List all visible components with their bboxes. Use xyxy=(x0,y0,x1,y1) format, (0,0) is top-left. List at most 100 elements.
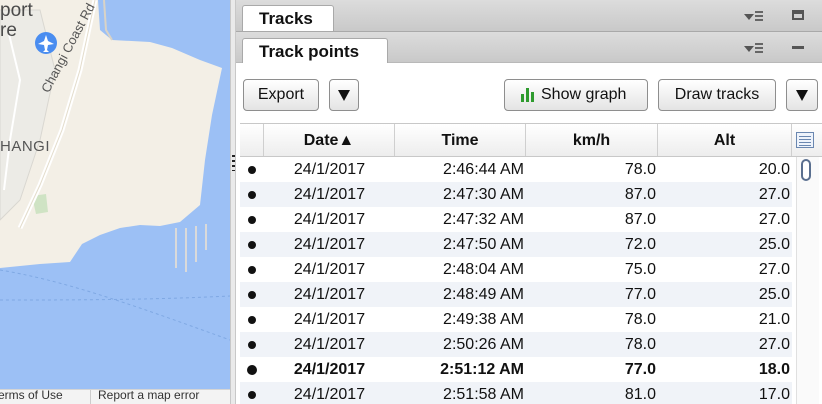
cell-date: 24/1/2017 xyxy=(293,361,366,378)
tracks-menu-icon[interactable] xyxy=(744,10,768,24)
cell-time: 2:47:32 AM xyxy=(443,211,524,228)
more-options-dropdown[interactable] xyxy=(786,79,818,111)
row-marker xyxy=(240,182,264,207)
cell-altitude: 25.0 xyxy=(758,286,790,303)
table-row[interactable]: 24/1/2017 2:48:49 AM 77.0 25.0 xyxy=(240,282,792,307)
export-dropdown-button[interactable] xyxy=(329,79,359,111)
cell-time: 2:51:58 AM xyxy=(443,386,524,403)
cell-date: 24/1/2017 xyxy=(293,261,366,278)
column-header-speed[interactable]: km/h xyxy=(526,124,658,156)
cell-time: 2:48:49 AM xyxy=(443,286,524,303)
row-marker xyxy=(240,282,264,307)
map-pier xyxy=(175,224,207,272)
cell-time: 2:46:44 AM xyxy=(443,161,524,178)
column-header-time[interactable]: Time xyxy=(395,124,526,156)
map-road-minor xyxy=(103,0,113,41)
track-points-tabbar: Track points xyxy=(236,32,822,63)
cell-date: 24/1/2017 xyxy=(293,336,366,353)
cell-speed: 77.0 xyxy=(624,286,656,303)
cell-date: 24/1/2017 xyxy=(293,211,366,228)
map-terms-link[interactable]: Terms of Use xyxy=(0,390,63,402)
bullet-icon xyxy=(248,216,256,224)
bullet-icon xyxy=(248,266,256,274)
table-row[interactable]: 24/1/2017 2:46:44 AM 78.0 20.0 xyxy=(240,157,792,182)
table-row[interactable]: 24/1/2017 2:50:26 AM 78.0 27.0 xyxy=(240,332,792,357)
map-ferry-line xyxy=(0,269,230,341)
column-picker-icon[interactable] xyxy=(796,132,814,148)
map-footer: Terms of Use Report a map error xyxy=(0,389,230,404)
cell-speed: 72.0 xyxy=(624,236,656,253)
table-row[interactable]: 24/1/2017 2:49:38 AM 78.0 21.0 xyxy=(240,307,792,332)
cell-date: 24/1/2017 xyxy=(293,286,366,303)
cell-speed: 78.0 xyxy=(624,161,656,178)
row-marker xyxy=(240,257,264,282)
row-marker xyxy=(240,357,264,382)
row-marker xyxy=(240,207,264,232)
cell-speed: 75.0 xyxy=(624,261,656,278)
row-marker xyxy=(240,382,264,404)
table-row[interactable]: 24/1/2017 2:47:50 AM 72.0 25.0 xyxy=(240,232,792,257)
tab-tracks[interactable]: Tracks xyxy=(242,5,334,31)
cell-altitude: 27.0 xyxy=(758,261,790,278)
cell-time: 2:49:38 AM xyxy=(443,311,524,328)
map-view[interactable]: port re HANGI Changi Coast Rd Terms of U… xyxy=(0,0,230,404)
tab-track-points[interactable]: Track points xyxy=(242,38,388,63)
cell-speed: 87.0 xyxy=(624,211,656,228)
chevron-down-icon xyxy=(338,90,350,101)
table-row[interactable]: 24/1/2017 2:48:04 AM 75.0 27.0 xyxy=(240,257,792,282)
bullet-icon xyxy=(248,341,256,349)
map-label-airport: port re xyxy=(0,0,33,41)
cell-speed: 77.0 xyxy=(624,361,656,378)
draw-tracks-button[interactable]: Draw tracks xyxy=(658,79,776,111)
table-row[interactable]: 24/1/2017 2:47:30 AM 87.0 27.0 xyxy=(240,182,792,207)
cell-speed: 78.0 xyxy=(624,311,656,328)
track-points-table: Date▲ Time km/h Alt 24/1/2017 2:46:44 AM 7… xyxy=(236,123,822,404)
cell-date: 24/1/2017 xyxy=(293,161,366,178)
scrollbar-thumb[interactable] xyxy=(801,159,811,181)
column-header-marker[interactable] xyxy=(240,124,264,156)
table-row[interactable]: 24/1/2017 2:51:58 AM 81.0 17.0 xyxy=(240,382,792,404)
cell-date: 24/1/2017 xyxy=(293,236,366,253)
row-marker xyxy=(240,307,264,332)
map-canvas[interactable] xyxy=(0,0,230,404)
cell-altitude: 27.0 xyxy=(758,336,790,353)
vertical-scrollbar[interactable] xyxy=(796,157,819,404)
cell-altitude: 17.0 xyxy=(758,386,790,403)
table-header: Date▲ Time km/h Alt xyxy=(240,123,822,157)
table-row[interactable]: 24/1/2017 2:47:32 AM 87.0 27.0 xyxy=(240,207,792,232)
cell-speed: 87.0 xyxy=(624,186,656,203)
bullet-icon xyxy=(248,166,256,174)
track-panel: Tracks Track points Export Show graph Dr… xyxy=(236,0,822,404)
maximize-icon[interactable] xyxy=(792,10,804,20)
export-button[interactable]: Export xyxy=(243,79,319,111)
cell-date: 24/1/2017 xyxy=(293,311,366,328)
show-graph-label: Show graph xyxy=(541,86,627,103)
show-graph-button[interactable]: Show graph xyxy=(504,79,648,111)
minimize-icon[interactable] xyxy=(792,46,804,49)
track-points-menu-icon[interactable] xyxy=(744,42,768,56)
cell-time: 2:48:04 AM xyxy=(443,261,524,278)
bullet-icon xyxy=(247,365,257,375)
cell-altitude: 25.0 xyxy=(758,236,790,253)
cell-date: 24/1/2017 xyxy=(293,386,366,403)
cell-altitude: 18.0 xyxy=(758,361,790,378)
column-header-date[interactable]: Date▲ xyxy=(264,124,395,156)
map-report-error-link[interactable]: Report a map error xyxy=(98,390,199,402)
cell-time: 2:47:50 AM xyxy=(443,236,524,253)
bullet-icon xyxy=(248,191,256,199)
row-marker xyxy=(240,232,264,257)
table-row[interactable]: 24/1/2017 2:51:12 AM 77.0 18.0 xyxy=(240,357,792,382)
cell-speed: 78.0 xyxy=(624,336,656,353)
splitter-grip-icon[interactable] xyxy=(232,155,235,171)
cell-altitude: 27.0 xyxy=(758,186,790,203)
toolbar: Export Show graph Draw tracks xyxy=(236,63,822,123)
cell-altitude: 27.0 xyxy=(758,211,790,228)
map-ferry-line xyxy=(0,295,230,301)
bullet-icon xyxy=(248,391,256,399)
column-header-altitude[interactable]: Alt xyxy=(658,124,792,156)
row-marker xyxy=(240,332,264,357)
cell-altitude: 21.0 xyxy=(758,311,790,328)
map-footer-divider xyxy=(90,390,91,404)
cell-altitude: 20.0 xyxy=(758,161,790,178)
bar-graph-icon xyxy=(521,88,534,102)
